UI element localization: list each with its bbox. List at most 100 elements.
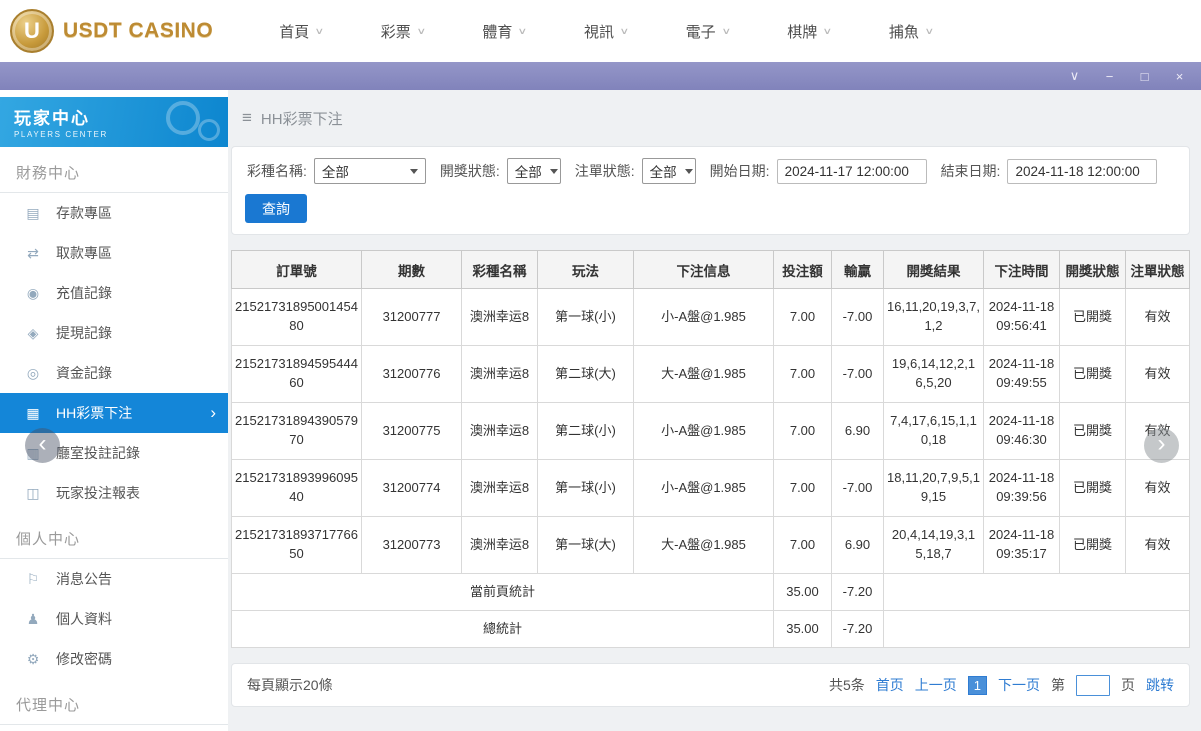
sidebar-item-change-password[interactable]: ⚙ 修改密碼 <box>0 639 228 679</box>
draw-result-cell: 20,4,14,19,3,15,18,7 <box>883 516 984 574</box>
nav-item-home[interactable]: 首頁 ∨ <box>279 21 324 42</box>
draw-status-select[interactable]: 全部 <box>506 158 561 184</box>
window-maximize-button[interactable]: □ <box>1137 69 1152 84</box>
summary-label: 總統計 <box>231 610 774 648</box>
nav-item-lottery[interactable]: 彩票 ∨ <box>380 21 426 42</box>
bet-status-cell: 有效 <box>1125 288 1190 346</box>
sidebar-item-player-bet-report[interactable]: ◫ 玩家投注報表 <box>0 473 228 513</box>
selected-value: 全部 <box>321 165 349 180</box>
table-row: 2152173189459544460 31200776 澳洲幸运8 第二球(大… <box>231 345 1190 403</box>
nav-label: 視訊 <box>584 23 615 41</box>
draw-result-cell: 7,4,17,6,15,1,10,18 <box>883 402 984 460</box>
cashout-record-icon: ◈ <box>27 324 39 341</box>
play-type-cell: 第一球(大) <box>537 516 634 574</box>
page-title: HH彩票下注 <box>260 110 343 128</box>
funds-record-icon: ◎ <box>26 364 40 381</box>
sidebar-item-profile[interactable]: ♟ 個人資料 <box>0 599 228 639</box>
bet-time-cell: 2024-11-18 09:56:41 <box>983 288 1060 346</box>
casino-logo[interactable]: U USDT CASINO <box>0 9 213 53</box>
draw-result-cell: 18,11,20,7,9,5,19,15 <box>883 459 984 517</box>
window-minimize-button[interactable]: − <box>1102 69 1117 84</box>
logo-text: USDT CASINO <box>63 19 214 42</box>
order-id-cell: 2152173189399609540 <box>231 459 362 517</box>
summary-empty-cell <box>883 573 1190 611</box>
nav-item-fishing[interactable]: 捕魚 ∨ <box>888 21 934 42</box>
jump-suffix-label: 页 <box>1121 677 1135 693</box>
person-icon: ♟ <box>26 610 40 627</box>
bet-status-cell: 有效 <box>1125 516 1190 574</box>
table-header-row: 訂單號 期數 彩種名稱 玩法 下注信息 投注額 輸贏 開獎結果 下注時間 開獎狀… <box>231 250 1190 289</box>
section-personal-center: 個人中心 <box>0 513 228 559</box>
sidebar-item-label: 個人資料 <box>56 611 112 627</box>
scroll-right-button[interactable]: › <box>1144 428 1179 463</box>
filter-row: 彩種名稱: 全部 開獎狀態: 全部 注單狀態: 全部 開始日期: 結束日期: <box>245 158 1176 184</box>
nav-item-board-games[interactable]: 棋牌 ∨ <box>787 21 832 42</box>
bet-status-select[interactable]: 全部 <box>641 158 696 184</box>
win-loss-cell: -7.00 <box>831 288 884 346</box>
draw-status-cell: 已開獎 <box>1059 402 1126 460</box>
nav-item-slots[interactable]: 電子 ∨ <box>686 21 731 42</box>
bet-status-label: 注單狀態: <box>574 163 635 179</box>
nav-label: 彩票 <box>380 23 411 41</box>
nav-label: 捕魚 <box>888 23 919 41</box>
nav-item-live-video[interactable]: 視訊 ∨ <box>584 21 630 42</box>
sidebar-item-deposit[interactable]: ▤ 存款專區 <box>0 193 228 233</box>
bets-table: 訂單號 期數 彩種名稱 玩法 下注信息 投注額 輸贏 開獎結果 下注時間 開獎狀… <box>231 250 1190 648</box>
sidebar-item-announcements[interactable]: ⚐ 消息公告 <box>0 559 228 599</box>
sidebar-item-recharge-record[interactable]: ◉ 充值記錄 <box>0 273 228 313</box>
order-id-cell: 2152173189459544460 <box>231 345 362 403</box>
lottery-bets-icon: ▦ <box>26 404 40 421</box>
col-play-type: 玩法 <box>537 250 634 289</box>
bet-info-cell: 大-A盤@1.985 <box>633 345 774 403</box>
sidebar-item-label: 存款專區 <box>56 205 112 221</box>
lottery-name-cell: 澳洲幸运8 <box>461 402 538 460</box>
sidebar-item-cashout-record[interactable]: ◈ 提現記錄 <box>0 313 228 353</box>
win-loss-cell: -7.00 <box>831 345 884 403</box>
withdraw-icon: ⇄ <box>27 244 39 261</box>
page-jump-input[interactable] <box>1076 674 1110 696</box>
chevron-down-icon <box>409 168 418 174</box>
period-cell: 31200775 <box>361 402 462 460</box>
hamburger-menu-icon[interactable]: ≡ <box>242 108 252 128</box>
end-date-input[interactable] <box>1007 158 1158 184</box>
nav-item-sports[interactable]: 體育 ∨ <box>482 21 527 42</box>
bet-status-cell: 有效 <box>1125 459 1190 517</box>
gear-icon: ⚙ <box>26 650 40 667</box>
win-loss-cell: 6.90 <box>831 516 884 574</box>
draw-status-cell: 已開獎 <box>1059 516 1126 574</box>
start-date-label: 開始日期: <box>709 163 770 179</box>
draw-status-cell: 已開獎 <box>1059 288 1126 346</box>
sidebar-item-funds-record[interactable]: ◎ 資金記錄 <box>0 353 228 393</box>
lottery-name-select[interactable]: 全部 <box>313 158 426 184</box>
chip-decoration-icon <box>198 119 220 141</box>
page-size-text: 每頁顯示20條 <box>247 677 333 693</box>
first-page-link[interactable]: 首页 <box>876 675 904 695</box>
col-bet-status: 注單狀態 <box>1125 250 1190 289</box>
sidebar-item-hh-lottery-bets[interactable]: ▦ HH彩票下注 › <box>0 393 228 433</box>
summary-bet-total: 35.00 <box>773 573 832 611</box>
play-type-cell: 第二球(小) <box>537 402 634 460</box>
selected-value: 全部 <box>649 165 677 180</box>
prev-page-link[interactable]: 上一页 <box>915 675 957 695</box>
col-bet-info: 下注信息 <box>633 250 774 289</box>
win-loss-cell: 6.90 <box>831 402 884 460</box>
jump-button[interactable]: 跳转 <box>1146 675 1174 695</box>
top-navigation: U USDT CASINO 首頁 ∨ 彩票 ∨ 體育 ∨ 視訊 ∨ 電子 ∨ 棋… <box>0 0 1201 62</box>
search-button[interactable]: 查詢 <box>245 194 307 223</box>
chevron-down-icon: ∨ <box>720 25 731 36</box>
section-finance-center: 財務中心 <box>0 147 228 193</box>
chevron-down-icon <box>549 168 558 174</box>
col-period: 期數 <box>361 250 462 289</box>
draw-status-cell: 已開獎 <box>1059 345 1126 403</box>
window-close-button[interactable]: × <box>1172 69 1187 84</box>
lottery-name-cell: 澳洲幸运8 <box>461 516 538 574</box>
col-draw-result: 開獎結果 <box>883 250 984 289</box>
nav-label: 首頁 <box>279 23 310 41</box>
scroll-left-button[interactable]: ‹ <box>25 428 60 463</box>
recharge-record-icon: ◉ <box>26 284 40 301</box>
next-page-link[interactable]: 下一页 <box>998 675 1040 695</box>
chevron-down-icon: ∨ <box>619 25 630 36</box>
sidebar-item-withdraw[interactable]: ⇄ 取款專區 <box>0 233 228 273</box>
window-dropdown-icon[interactable]: ∨ <box>1067 68 1082 84</box>
start-date-input[interactable] <box>776 158 927 184</box>
